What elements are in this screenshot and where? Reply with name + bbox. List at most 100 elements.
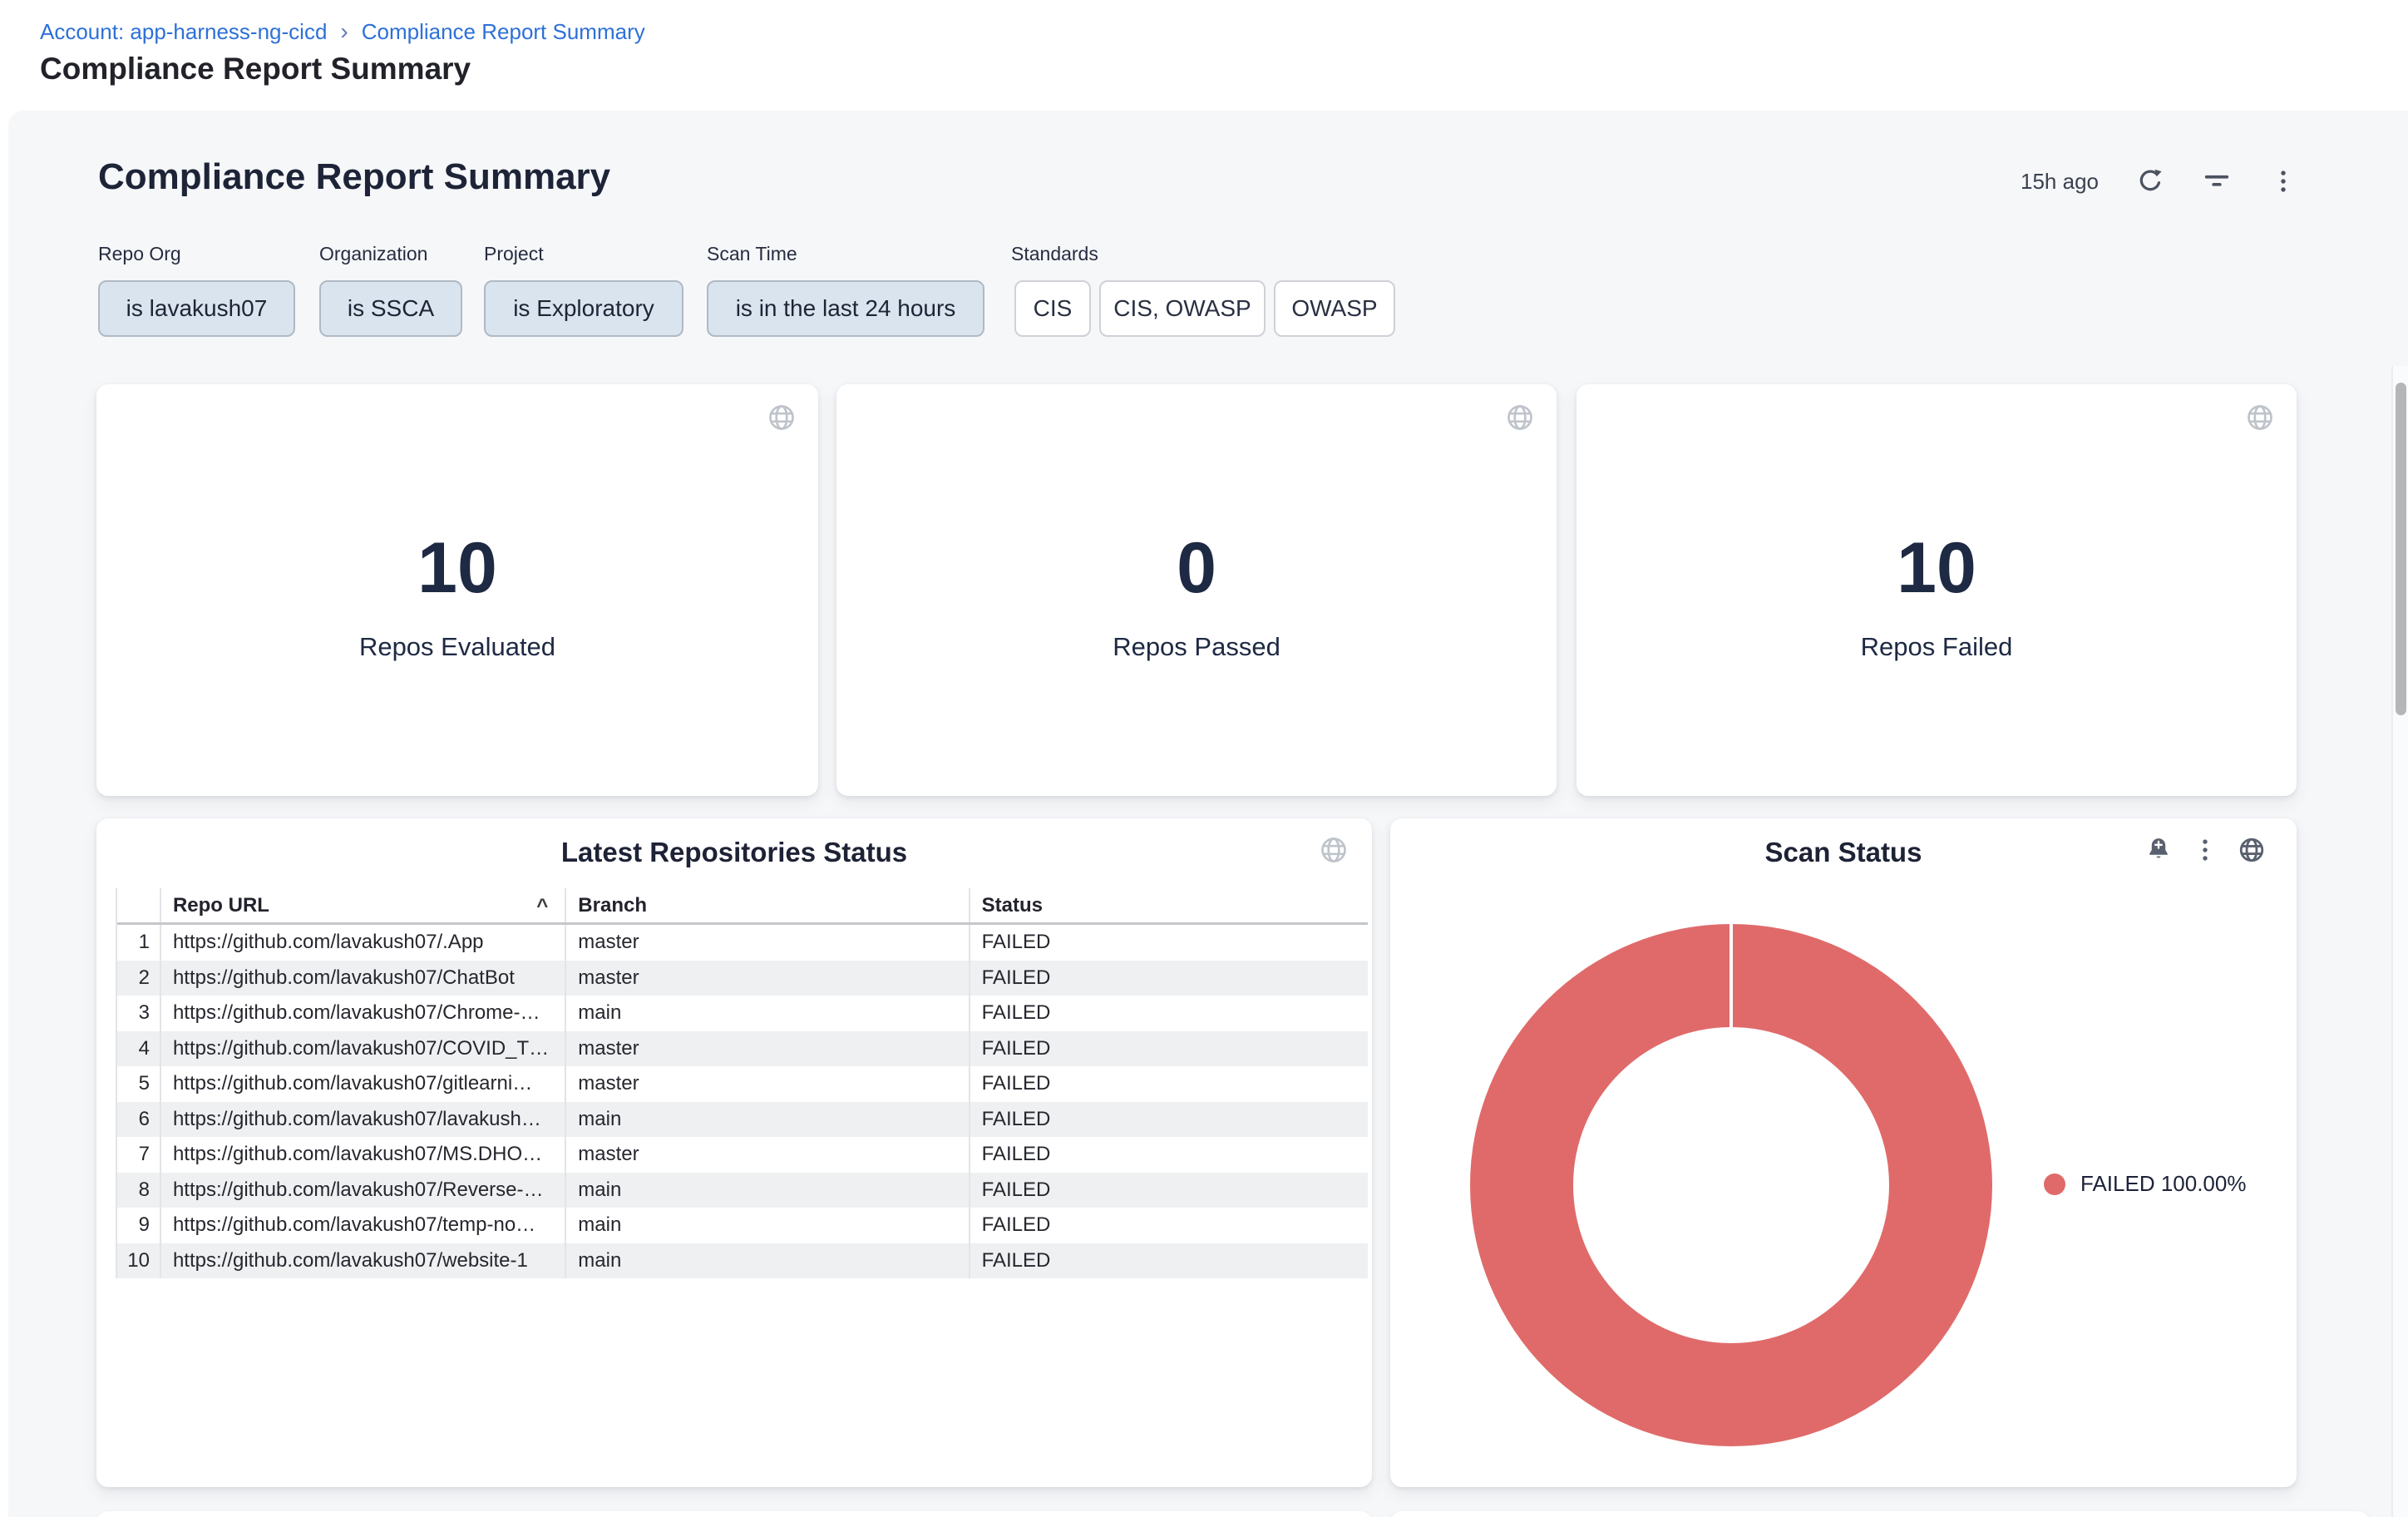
status-cell: FAILED (969, 1137, 1368, 1173)
branch-cell: main (565, 1208, 968, 1243)
table-row[interactable]: 2 https://github.com/lavakush07/ChatBot … (117, 961, 1368, 996)
repositories-table: Repo URL ^ Branch Status 1 https://githu… (116, 888, 1368, 1278)
repo-url-cell: https://github.com/lavakush07/COVID_T… (160, 1031, 565, 1067)
filter-chip-organization[interactable]: is SSCA (319, 280, 462, 337)
filter-icon[interactable] (2202, 166, 2232, 196)
table-row[interactable]: 5 https://github.com/lavakush07/gitlearn… (117, 1066, 1368, 1102)
globe-icon[interactable] (1319, 835, 1349, 869)
status-cell: FAILED (969, 1243, 1368, 1279)
branch-cell: main (565, 1173, 968, 1208)
column-header-branch[interactable]: Branch (565, 888, 968, 922)
bell-plus-icon[interactable] (2144, 835, 2174, 865)
dashboard-toolbar: 15h ago (2021, 163, 2298, 200)
last-refreshed-label: 15h ago (2021, 169, 2099, 195)
stat-label: Repos Evaluated (96, 632, 818, 662)
repo-url-cell: https://github.com/lavakush07/temp-no… (160, 1208, 565, 1243)
partial-card-bottom-right (1390, 1511, 2370, 1517)
stat-card-repos-failed: 10 Repos Failed (1577, 384, 2297, 796)
repo-url-cell: https://github.com/lavakush07/ChatBot (160, 961, 565, 996)
table-card-title: Latest Repositories Status (96, 837, 1372, 868)
status-cell: FAILED (969, 925, 1368, 961)
scan-status-card: Scan Status FAILED 100.00% (1390, 818, 2297, 1487)
stat-label: Repos Passed (836, 632, 1557, 662)
status-cell: FAILED (969, 1102, 1368, 1138)
partial-card-bottom-left (96, 1511, 1372, 1517)
vertical-scrollbar[interactable] (2391, 366, 2408, 1517)
repo-url-cell: https://github.com/lavakush07/.App (160, 925, 565, 961)
status-cell: FAILED (969, 996, 1368, 1031)
stat-value: 10 (96, 527, 818, 610)
branch-cell: main (565, 1243, 968, 1279)
column-header-status[interactable]: Status (969, 888, 1368, 922)
table-row[interactable]: 3 https://github.com/lavakush07/Chrome-…… (117, 996, 1368, 1031)
sort-ascending-icon[interactable]: ^ (536, 889, 548, 922)
table-row[interactable]: 1 https://github.com/lavakush07/.App mas… (117, 925, 1368, 961)
breadcrumb-current-link[interactable]: Compliance Report Summary (362, 19, 645, 44)
filter-chip-standards-owasp[interactable]: OWASP (1274, 280, 1395, 337)
branch-cell: master (565, 1137, 968, 1173)
stat-card-repos-evaluated: 10 Repos Evaluated (96, 384, 818, 796)
donut-slice-boundary (1730, 924, 1733, 1029)
table-row[interactable]: 10 https://github.com/lavakush07/website… (117, 1243, 1368, 1279)
table-row[interactable]: 4 https://github.com/lavakush07/COVID_T…… (117, 1031, 1368, 1067)
filter-label-standards: Standards (1011, 243, 1098, 265)
dashboard-title: Compliance Report Summary (98, 156, 610, 198)
legend-failed-swatch (2044, 1174, 2065, 1195)
globe-icon[interactable] (767, 403, 797, 437)
page-title: Compliance Report Summary (40, 52, 471, 86)
repo-url-cell: https://github.com/lavakush07/MS.DHO… (160, 1137, 565, 1173)
globe-icon[interactable] (2245, 403, 2275, 437)
scrollbar-thumb[interactable] (2396, 383, 2406, 715)
table-row[interactable]: 8 https://github.com/lavakush07/Reverse-… (117, 1173, 1368, 1208)
stat-card-repos-passed: 0 Repos Passed (836, 384, 1557, 796)
stat-value: 0 (836, 527, 1557, 610)
refresh-icon[interactable] (2135, 166, 2165, 196)
table-row[interactable]: 7 https://github.com/lavakush07/MS.DHO… … (117, 1137, 1368, 1173)
filter-label-scan-time: Scan Time (707, 243, 797, 265)
more-options-icon[interactable] (2190, 835, 2220, 865)
filter-chip-project[interactable]: is Exploratory (484, 280, 683, 337)
column-header-repo-url[interactable]: Repo URL ^ (160, 888, 565, 922)
breadcrumb-chevron-icon: › (340, 18, 348, 44)
status-cell: FAILED (969, 961, 1368, 996)
filter-chip-scan-time[interactable]: is in the last 24 hours (707, 280, 984, 337)
filter-chip-repo-org[interactable]: is lavakush07 (98, 280, 295, 337)
branch-cell: master (565, 925, 968, 961)
stat-value: 10 (1577, 527, 2297, 610)
breadcrumb-account-link[interactable]: Account: app-harness-ng-cicd (40, 19, 327, 44)
filter-label-project: Project (484, 243, 544, 265)
table-row[interactable]: 6 https://github.com/lavakush07/lavakush… (117, 1102, 1368, 1138)
stat-label: Repos Failed (1577, 632, 2297, 662)
globe-icon[interactable] (2237, 835, 2267, 865)
filter-chip-standards-cis-owasp[interactable]: CIS, OWASP (1099, 280, 1266, 337)
chart-legend[interactable]: FAILED 100.00% (2044, 1171, 2246, 1197)
repo-url-cell: https://github.com/lavakush07/gitlearni… (160, 1066, 565, 1102)
branch-cell: main (565, 1102, 968, 1138)
branch-cell: master (565, 961, 968, 996)
latest-repositories-status-card: Latest Repositories Status Repo URL ^ Br… (96, 818, 1372, 1487)
status-cell: FAILED (969, 1066, 1368, 1102)
repo-url-cell: https://github.com/lavakush07/Reverse-… (160, 1173, 565, 1208)
branch-cell: master (565, 1066, 968, 1102)
table-header-row: Repo URL ^ Branch Status (117, 888, 1368, 925)
breadcrumb: Account: app-harness-ng-cicd › Compliance … (40, 18, 645, 45)
repo-url-cell: https://github.com/lavakush07/website-1 (160, 1243, 565, 1279)
branch-cell: master (565, 1031, 968, 1067)
app-header: Account: app-harness-ng-cicd › Compliance … (0, 0, 2408, 111)
scan-status-donut-chart[interactable] (1470, 924, 1992, 1446)
column-header-index (117, 888, 160, 922)
status-cell: FAILED (969, 1173, 1368, 1208)
legend-failed-label: FAILED 100.00% (2080, 1171, 2246, 1197)
filter-label-repo-org: Repo Org (98, 243, 181, 265)
table-row[interactable]: 9 https://github.com/lavakush07/temp-no…… (117, 1208, 1368, 1243)
branch-cell: main (565, 996, 968, 1031)
filter-label-organization: Organization (319, 243, 427, 265)
filter-chip-standards-cis[interactable]: CIS (1014, 280, 1091, 337)
donut-hole (1573, 1027, 1889, 1343)
globe-icon[interactable] (1505, 403, 1535, 437)
status-cell: FAILED (969, 1208, 1368, 1243)
more-options-icon[interactable] (2268, 166, 2298, 196)
repo-url-cell: https://github.com/lavakush07/lavakush… (160, 1102, 565, 1138)
status-cell: FAILED (969, 1031, 1368, 1067)
repo-url-cell: https://github.com/lavakush07/Chrome-… (160, 996, 565, 1031)
